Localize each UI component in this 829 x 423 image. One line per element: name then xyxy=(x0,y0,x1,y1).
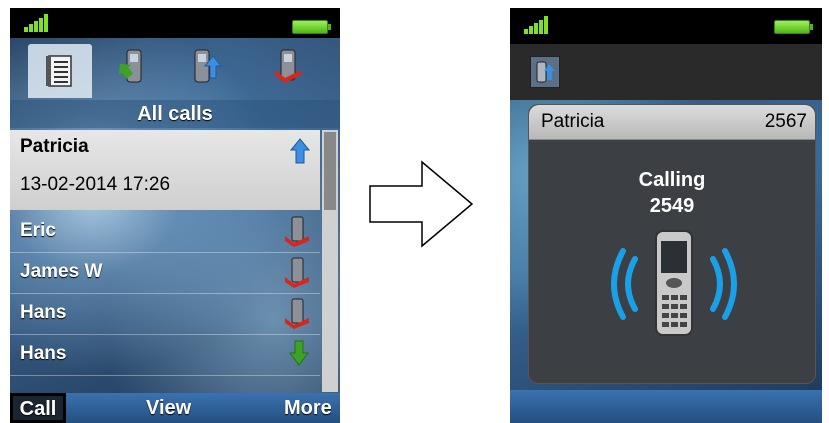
contact-name: James W xyxy=(20,261,103,282)
tab-all-calls[interactable] xyxy=(28,44,92,98)
tab-received-calls[interactable] xyxy=(110,46,154,86)
call-softkey[interactable]: Call xyxy=(10,393,66,423)
contact-name: Hans xyxy=(20,343,67,364)
list-item[interactable]: Eric xyxy=(10,212,320,253)
list-scrollbar[interactable] xyxy=(322,130,338,392)
missed-call-icon xyxy=(275,49,301,83)
outgoing-arrow-icon xyxy=(289,138,311,169)
contact-name: Hans xyxy=(20,302,67,323)
signal-strength-icon xyxy=(24,14,48,32)
battery-icon xyxy=(774,20,813,34)
missed-call-icon xyxy=(284,257,310,294)
call-datetime: 13-02-2014 17:26 xyxy=(20,174,171,195)
list-title: All calls xyxy=(10,100,340,128)
tab-missed-calls[interactable] xyxy=(266,46,310,86)
softkey-bar: Call View More xyxy=(10,393,340,423)
call-list-screen: All calls Patricia 13-02-2014 17:26 Eric… xyxy=(10,8,340,423)
tab-dialed-calls[interactable] xyxy=(184,46,228,86)
contact-name: Eric xyxy=(20,220,56,241)
contact-number: 2567 xyxy=(764,111,807,132)
outgoing-call-icon xyxy=(530,56,560,88)
list-item[interactable]: James W xyxy=(10,253,320,294)
transition-arrow xyxy=(369,160,474,248)
contact-name: Patricia xyxy=(20,136,89,157)
missed-call-icon xyxy=(284,298,310,335)
outgoing-call-icon xyxy=(194,49,223,83)
calling-screen: Patricia 2567 Calling 2549 xyxy=(510,8,822,423)
list-item[interactable]: Hans xyxy=(10,335,320,376)
status-bar xyxy=(510,8,822,44)
status-bar xyxy=(10,8,340,38)
softkey-bar xyxy=(510,390,822,423)
list-item[interactable]: Hans xyxy=(10,294,320,335)
contact-bar: Patricia 2567 xyxy=(529,105,815,140)
scrollbar-thumb[interactable] xyxy=(324,132,336,210)
signal-strength-icon xyxy=(524,16,548,34)
list-icon xyxy=(46,55,72,87)
ringing-phone-icon xyxy=(611,230,737,336)
list-item-selected[interactable]: Patricia 13-02-2014 17:26 xyxy=(10,130,320,210)
more-softkey[interactable]: More xyxy=(284,397,332,420)
incoming-arrow-icon xyxy=(288,339,310,372)
dialed-number: 2549 xyxy=(649,195,695,217)
battery-icon xyxy=(292,20,331,34)
call-type-tabs xyxy=(10,38,340,100)
view-softkey[interactable]: View xyxy=(146,397,191,420)
incoming-call-icon xyxy=(118,49,142,83)
call-info-panel: Patricia 2567 Calling 2549 xyxy=(528,104,816,384)
call-status: Calling xyxy=(638,169,706,191)
call-header xyxy=(510,44,822,100)
missed-call-icon xyxy=(284,216,310,253)
contact-name: Patricia xyxy=(541,111,605,132)
